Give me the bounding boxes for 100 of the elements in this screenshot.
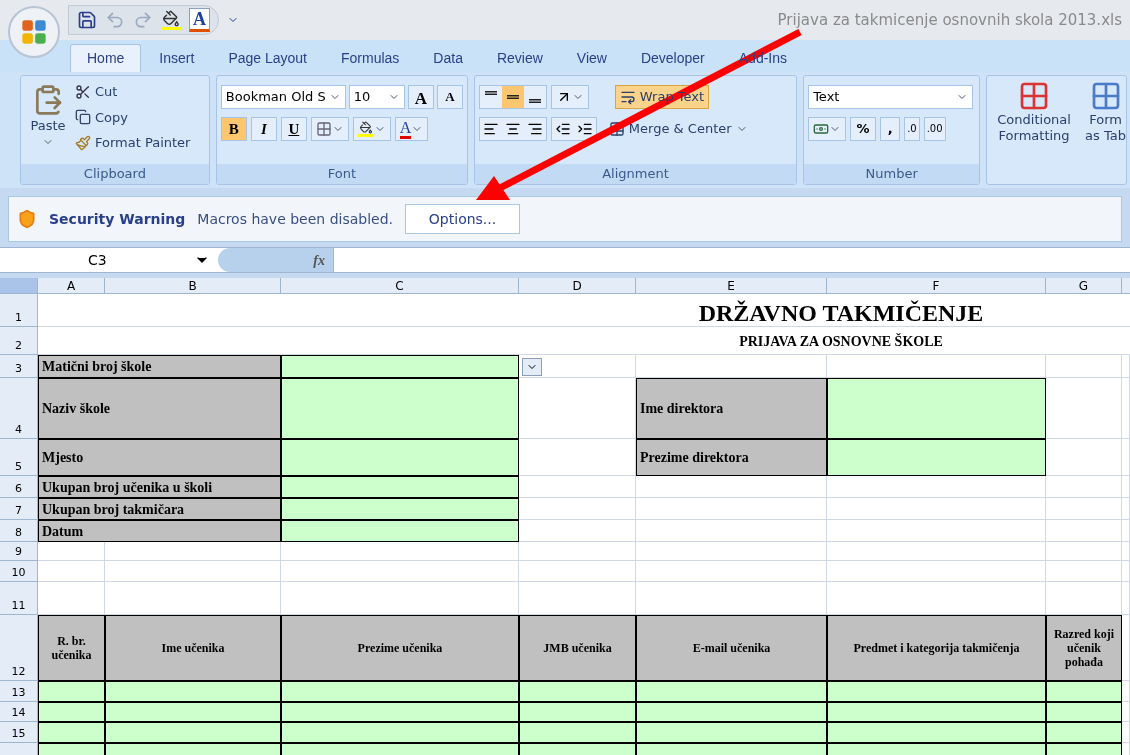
grid-cell[interactable] — [1046, 561, 1122, 582]
row-header[interactable]: 6 — [0, 476, 38, 498]
grid-cell[interactable] — [38, 582, 105, 615]
row-header[interactable]: 15 — [0, 722, 38, 743]
grid-cell[interactable] — [519, 542, 636, 561]
grid-cell[interactable] — [519, 476, 636, 498]
ribbon-tab[interactable]: Review — [480, 44, 559, 72]
grid-cell[interactable] — [1122, 378, 1130, 439]
input-cell[interactable] — [1046, 702, 1122, 722]
grid-cell[interactable] — [281, 582, 519, 615]
ribbon-tab[interactable]: Page Layout — [212, 44, 323, 72]
name-box[interactable]: C3 — [8, 248, 218, 272]
grid-cell[interactable] — [636, 561, 827, 582]
grid-cell[interactable] — [1122, 520, 1130, 542]
grid-cell[interactable] — [1046, 520, 1122, 542]
input-cell[interactable] — [1046, 681, 1122, 702]
input-cell[interactable] — [519, 722, 636, 743]
vertical-align-button[interactable] — [479, 86, 502, 108]
font-color-button[interactable]: A — [394, 117, 429, 141]
grid-cell[interactable] — [281, 542, 519, 561]
grid-cell[interactable] — [1122, 722, 1130, 743]
copy-button[interactable]: Copy — [75, 107, 191, 127]
row-header[interactable]: 8 — [0, 520, 38, 542]
grid-cell[interactable] — [636, 542, 827, 561]
input-cell[interactable] — [827, 722, 1046, 743]
column-header[interactable]: D — [519, 278, 636, 294]
borders-button[interactable] — [310, 117, 349, 141]
grid-cell[interactable] — [827, 520, 1046, 542]
decrease-decimal-button[interactable]: .00 — [923, 117, 946, 141]
row-header[interactable]: 11 — [0, 582, 38, 615]
format-painter-button[interactable]: Format Painter — [75, 133, 191, 153]
grid-cell[interactable] — [519, 520, 636, 542]
column-header[interactable]: C — [281, 278, 519, 294]
horizontal-align-button[interactable] — [523, 118, 546, 140]
grid-cell[interactable] — [636, 476, 827, 498]
currency-button[interactable] — [808, 117, 847, 141]
grid-cell[interactable] — [519, 439, 636, 476]
row-header[interactable]: 9 — [0, 542, 38, 561]
grid-cell[interactable] — [1122, 681, 1130, 702]
grid-cell[interactable] — [281, 561, 519, 582]
grow-font-button[interactable]: A — [407, 85, 434, 109]
grid-cell[interactable] — [519, 378, 636, 439]
orientation-button[interactable] — [550, 85, 589, 109]
ribbon-tab[interactable]: Developer — [624, 44, 721, 72]
increase-decimal-button[interactable]: .0 — [904, 117, 920, 141]
column-header[interactable]: E — [636, 278, 827, 294]
grid-cell[interactable] — [827, 542, 1046, 561]
row-header[interactable]: 12 — [0, 615, 38, 681]
grid-cell[interactable] — [1046, 582, 1122, 615]
grid-cell[interactable] — [1122, 542, 1130, 561]
grid-cell[interactable] — [1122, 355, 1130, 378]
grid-cell[interactable] — [827, 355, 1046, 378]
ribbon-tab[interactable]: Insert — [143, 44, 211, 72]
column-header[interactable] — [1122, 278, 1130, 294]
input-cell[interactable] — [281, 355, 519, 378]
column-header[interactable]: G — [1046, 278, 1122, 294]
input-cell[interactable] — [105, 702, 281, 722]
merge-center-button[interactable]: Merge & Center — [604, 117, 752, 141]
grid-cell[interactable] — [519, 561, 636, 582]
input-cell[interactable] — [1046, 722, 1122, 743]
column-header[interactable]: B — [105, 278, 281, 294]
input-cell[interactable] — [281, 378, 519, 439]
input-cell[interactable] — [38, 702, 105, 722]
row-header[interactable]: 10 — [0, 561, 38, 582]
grid-cell[interactable] — [636, 498, 827, 520]
grid-cell[interactable] — [1046, 378, 1122, 439]
input-cell[interactable] — [105, 681, 281, 702]
input-cell[interactable] — [827, 702, 1046, 722]
shrink-font-button[interactable]: A — [436, 85, 463, 109]
grid-cell[interactable] — [38, 542, 105, 561]
input-cell[interactable] — [636, 702, 827, 722]
undo-icon[interactable] — [105, 10, 125, 30]
column-header[interactable]: A — [38, 278, 105, 294]
input-cell[interactable] — [105, 722, 281, 743]
grid-cell[interactable] — [1122, 702, 1130, 722]
grid-cell[interactable] — [1046, 498, 1122, 520]
grid-cell[interactable] — [827, 498, 1046, 520]
row-header[interactable]: 4 — [0, 378, 38, 439]
redo-icon[interactable] — [133, 10, 153, 30]
grid-cell[interactable] — [827, 582, 1046, 615]
input-cell[interactable] — [281, 520, 519, 542]
ribbon-tab[interactable]: Data — [417, 44, 479, 72]
row-header[interactable]: 14 — [0, 702, 38, 722]
underline-button[interactable]: U — [280, 117, 307, 141]
grid-cell[interactable] — [38, 561, 105, 582]
input-cell[interactable] — [281, 498, 519, 520]
font-color-button[interactable]: A — [189, 8, 210, 32]
grid-cell[interactable] — [1122, 582, 1130, 615]
options-button[interactable]: Options... — [405, 204, 521, 234]
row-header[interactable]: 7 — [0, 498, 38, 520]
input-cell[interactable] — [38, 722, 105, 743]
grid-cell[interactable] — [827, 476, 1046, 498]
column-header[interactable]: F — [827, 278, 1046, 294]
grid-cell[interactable] — [519, 498, 636, 520]
vertical-align-button[interactable] — [501, 86, 524, 108]
input-cell[interactable] — [827, 378, 1046, 439]
grid-cell[interactable] — [1046, 542, 1122, 561]
paste-button[interactable]: Paste — [25, 80, 71, 164]
input-cell[interactable] — [38, 681, 105, 702]
row-header[interactable]: 2 — [0, 327, 38, 355]
